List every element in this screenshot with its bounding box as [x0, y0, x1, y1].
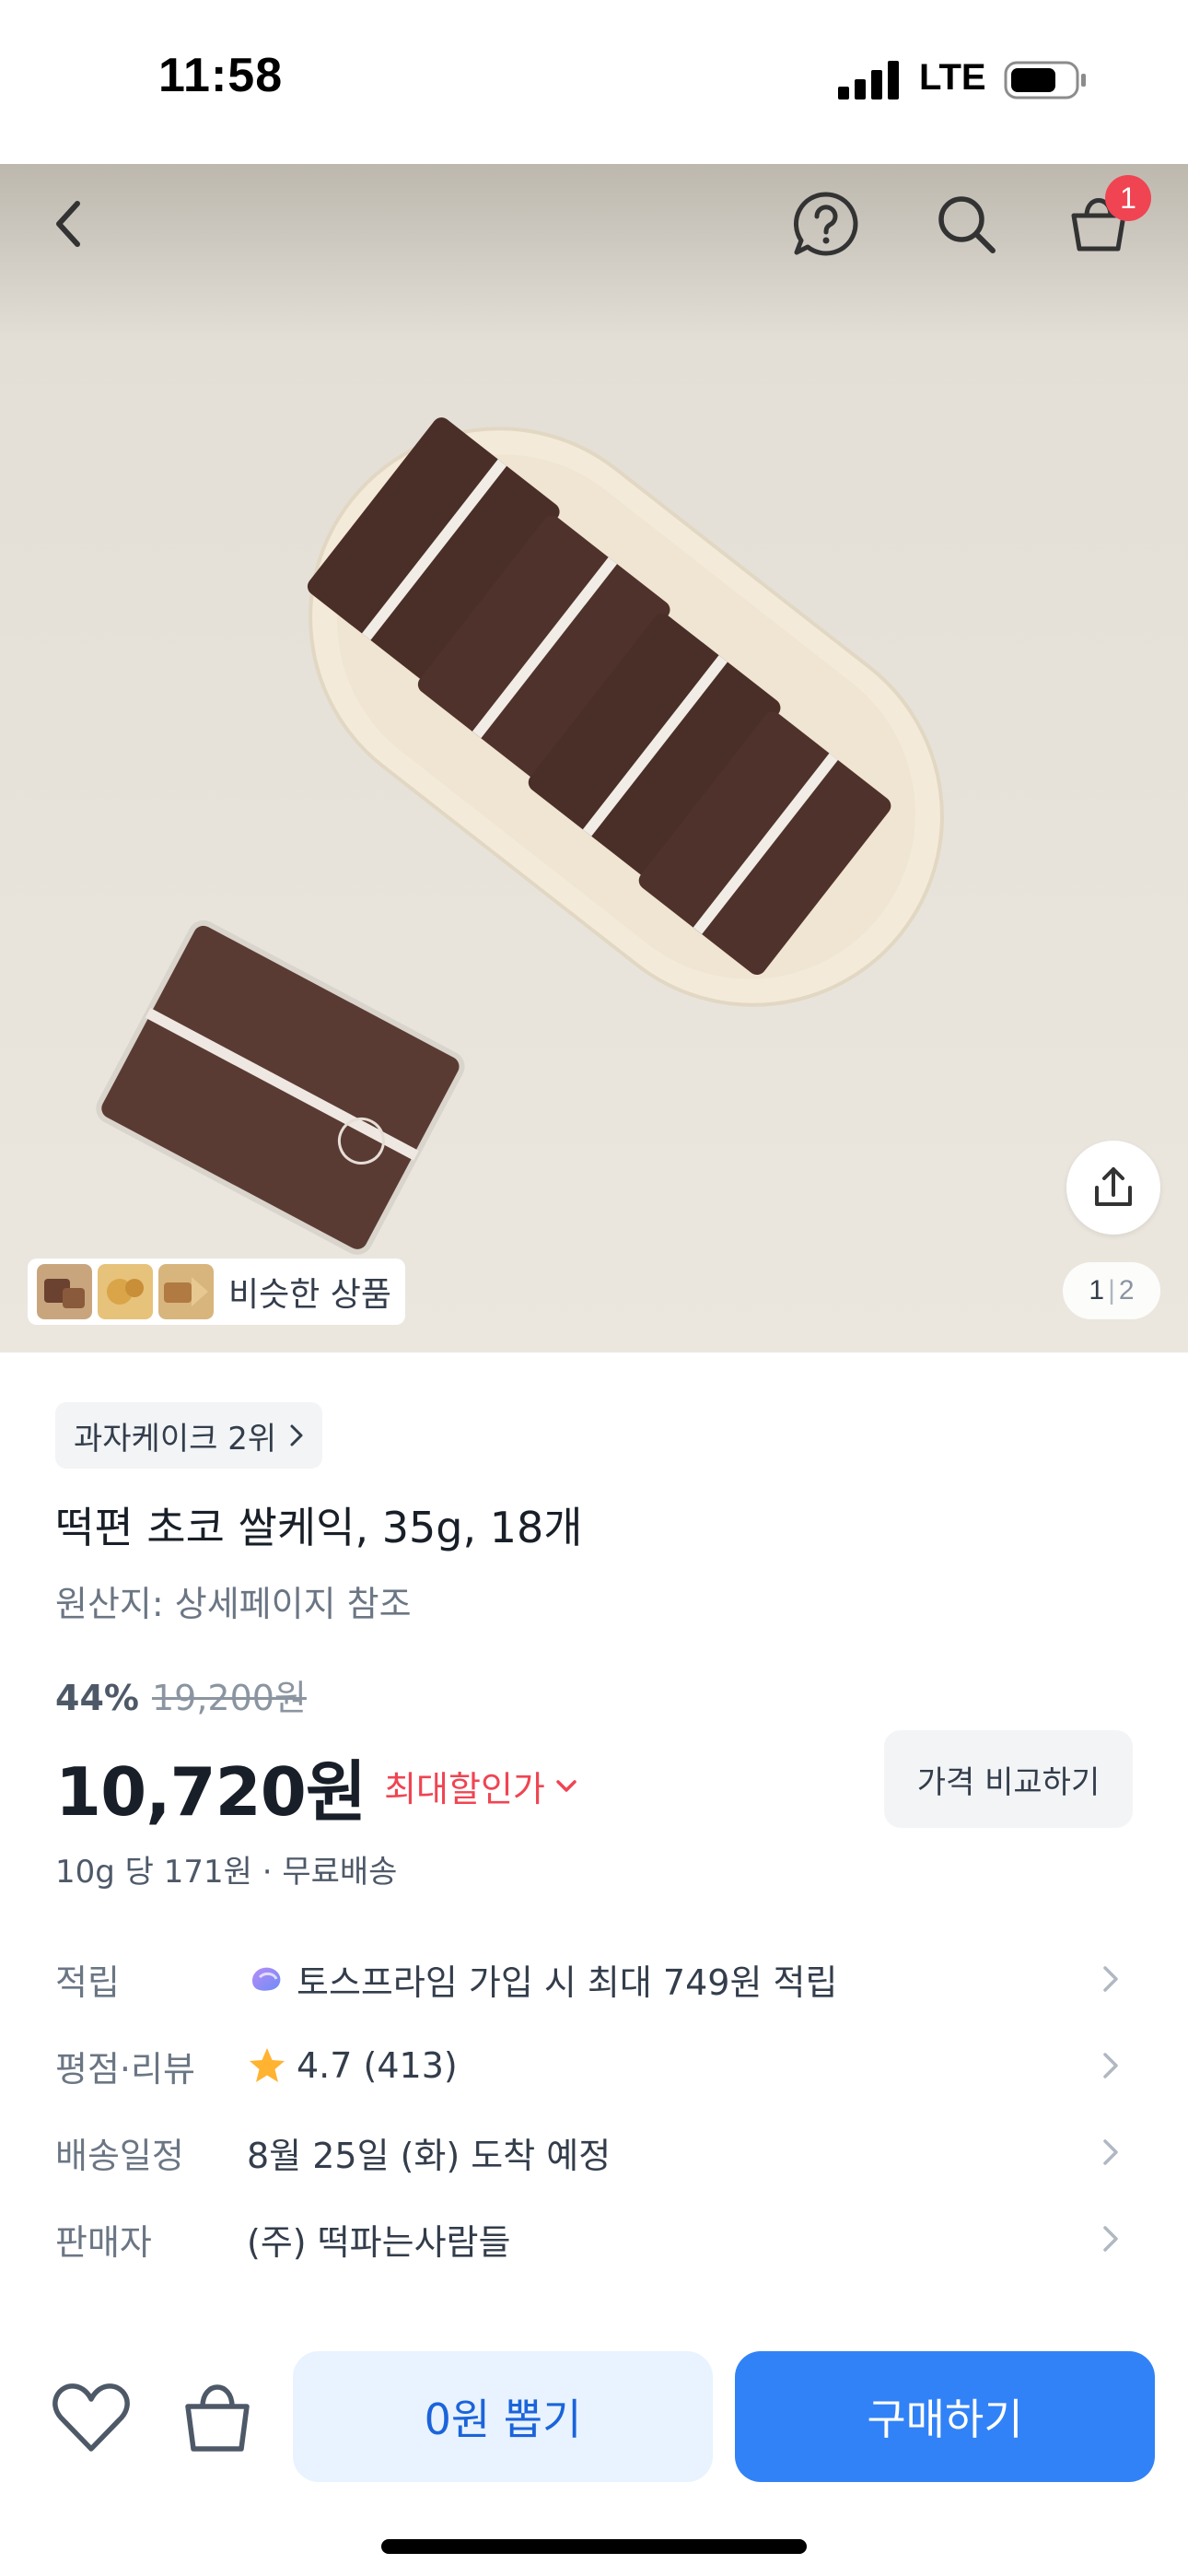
help-button[interactable]: [785, 182, 868, 265]
network-label: LTE: [919, 57, 986, 98]
toss-prime-icon: [252, 1967, 281, 1991]
status-bar: 11:58 LTE: [0, 0, 1188, 164]
price-row: 10,720원 최대할인가: [55, 1738, 578, 1834]
similar-thumb-2: [98, 1264, 153, 1319]
rank-label: 과자케이크 2위: [74, 1420, 277, 1458]
detail-label: 평점·리뷰: [55, 2048, 195, 2090]
chevron-down-icon: [556, 1779, 577, 1792]
sale-price: 10,720원: [55, 1753, 367, 1831]
detail-label: 배송일정: [55, 2135, 184, 2176]
back-button[interactable]: [28, 182, 111, 265]
star-icon: [250, 2048, 285, 2082]
back-arrow-icon: [56, 201, 80, 247]
product-title: 떡편 초코 쌀케익, 35g, 18개: [55, 1503, 583, 1552]
buy-button[interactable]: 구매하기: [735, 2351, 1155, 2482]
rating-text: 4.7 (413): [297, 2045, 458, 2086]
image-page-indicator: 1 | 2: [1063, 1262, 1160, 1319]
top-nav: [0, 164, 1188, 284]
search-icon: [938, 196, 996, 253]
price-compare-button[interactable]: 가격 비교하기: [884, 1730, 1133, 1828]
chevron-right-icon: [1103, 2139, 1118, 2165]
max-discount-label: 최대할인가: [384, 1769, 545, 1809]
detail-label: 판매자: [55, 2221, 152, 2263]
seller-text: (주) 떡파는사람들: [247, 2221, 511, 2263]
detail-value: 토스프라임 가입 시 최대 749원 적립: [247, 1954, 837, 2005]
max-discount-toggle[interactable]: 최대할인가: [384, 1761, 578, 1811]
chevron-right-icon: [1103, 2226, 1118, 2252]
chevron-right-icon: [1103, 2053, 1118, 2078]
question-icon: [793, 192, 858, 256]
unit-price-shipping: 10g 당 171원 · 무료배송: [55, 1854, 398, 1891]
similar-thumb-3: [158, 1264, 214, 1319]
similar-products-label: 비슷한 상품: [228, 1276, 392, 1314]
similar-products-button[interactable]: 비슷한 상품: [28, 1259, 405, 1325]
chevron-right-icon: [290, 1424, 303, 1446]
page-current: 1: [1089, 1275, 1105, 1306]
product-image[interactable]: [0, 164, 1188, 1352]
product-photo: [0, 164, 1188, 1352]
detail-label: 적립: [55, 1961, 120, 2003]
page-total: 2: [1118, 1275, 1135, 1306]
chevron-right-icon: [1103, 1966, 1118, 1992]
coupon-draw-button[interactable]: 0원 뽑기: [293, 2351, 713, 2482]
battery-icon: [1004, 61, 1086, 100]
status-time: 11:58: [158, 49, 284, 102]
points-text: 토스프라임 가입 시 최대 749원 적립: [297, 1961, 838, 2003]
cart-count-badge: 1: [1105, 175, 1151, 221]
search-button[interactable]: [925, 182, 1007, 265]
shopping-bag-icon[interactable]: [181, 2377, 254, 2456]
detail-row-delivery[interactable]: 배송일정 8월 25일 (화) 도착 예정: [0, 2115, 1188, 2189]
share-button[interactable]: [1066, 1141, 1160, 1235]
signal-icon: [838, 61, 899, 100]
page-separator: |: [1108, 1275, 1115, 1306]
detail-value: 4.7 (413): [247, 2045, 458, 2086]
delivery-text: 8월 25일 (화) 도착 예정: [247, 2135, 611, 2176]
home-indicator: [381, 2539, 807, 2554]
share-icon: [1095, 1167, 1132, 1206]
detail-row-seller[interactable]: 판매자 (주) 떡파는사람들: [0, 2202, 1188, 2276]
category-rank-chip[interactable]: 과자케이크 2위: [55, 1402, 323, 1469]
heart-icon[interactable]: [52, 2381, 131, 2454]
detail-row-points[interactable]: 적립 토스프라임 가입 시 최대 749원 적립: [0, 1942, 1188, 2016]
discount-percent: 44%: [55, 1678, 139, 1718]
similar-thumb-1: [37, 1264, 92, 1319]
original-price: 19,200원: [151, 1678, 307, 1718]
origin-info: 원산지: 상세페이지 참조: [55, 1584, 412, 1624]
discount-row: 44% 19,200원: [55, 1669, 307, 1720]
detail-row-rating[interactable]: 평점·리뷰 4.7 (413): [0, 2029, 1188, 2102]
